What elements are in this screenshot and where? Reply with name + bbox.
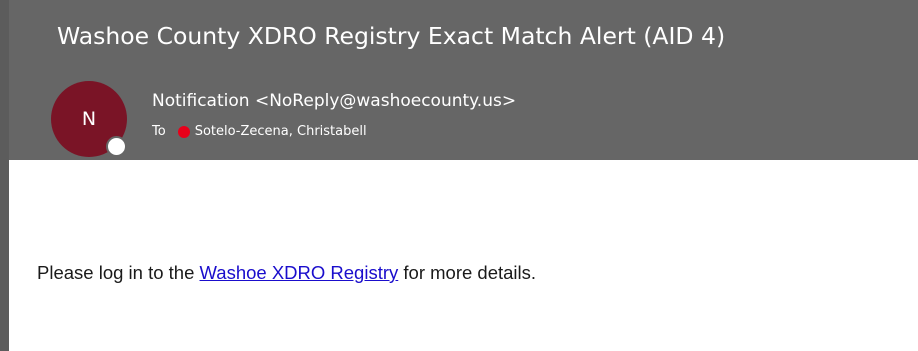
email-header: Washoe County XDRO Registry Exact Match … <box>9 0 918 160</box>
email-body: Please log in to the Washoe XDRO Registr… <box>37 262 536 284</box>
body-text-suffix: for more details. <box>398 262 537 283</box>
email-reading-pane: Washoe County XDRO Registry Exact Match … <box>0 0 918 351</box>
left-border <box>0 0 9 351</box>
recipient-name[interactable]: Sotelo-Zecena, Christabell <box>195 124 367 139</box>
registry-link[interactable]: Washoe XDRO Registry <box>200 262 399 283</box>
sender-name[interactable]: Notification <NoReply@washoecounty.us> <box>152 91 516 111</box>
body-text-prefix: Please log in to the <box>37 262 200 283</box>
email-subject: Washoe County XDRO Registry Exact Match … <box>57 22 726 50</box>
recipient-row: To Sotelo-Zecena, Christabell <box>152 124 367 139</box>
recipient-status-icon <box>177 125 190 138</box>
presence-status-icon <box>106 136 127 157</box>
to-label: To <box>152 124 166 139</box>
sender-avatar-initial: N <box>81 108 97 130</box>
